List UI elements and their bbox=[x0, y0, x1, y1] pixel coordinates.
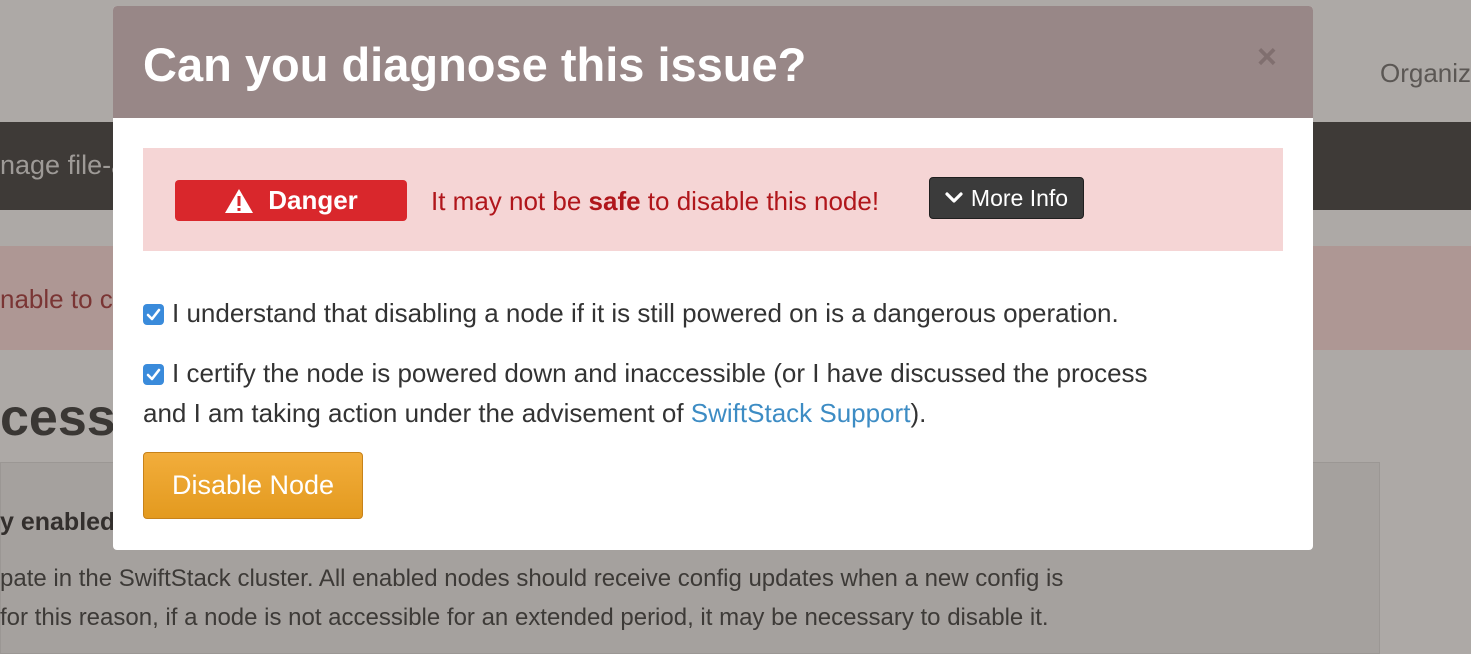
acknowledge-checkbox[interactable] bbox=[143, 304, 164, 325]
certify-row: I certify the node is powered down and i… bbox=[143, 353, 1148, 433]
nav-item-organizations: Organiz bbox=[1380, 58, 1471, 88]
toolbar-title: nage file-a bbox=[0, 150, 127, 180]
checkmark-icon bbox=[146, 308, 161, 321]
page-alert-text: nable to c bbox=[0, 284, 113, 314]
acknowledge-row: I understand that disabling a node if it… bbox=[143, 293, 1119, 333]
modal-title: Can you diagnose this issue? bbox=[143, 38, 807, 91]
acknowledge-label: I understand that disabling a node if it… bbox=[172, 298, 1119, 328]
checkmark-icon bbox=[146, 368, 161, 381]
danger-alert: Danger It may not be safe to disable thi… bbox=[143, 148, 1283, 251]
warning-triangle-icon bbox=[225, 188, 254, 213]
danger-message: It may not be safe to disable this node! bbox=[431, 186, 879, 217]
more-info-button[interactable]: More Info bbox=[929, 177, 1084, 219]
info-panel-text-line-1: pate in the SwiftStack cluster. All enab… bbox=[0, 565, 1064, 592]
more-info-label: More Info bbox=[970, 184, 1069, 211]
info-panel-title: y enabled bbox=[0, 508, 116, 536]
certify-label-end: ). bbox=[910, 398, 927, 428]
danger-message-end: to disable this node! bbox=[640, 186, 880, 216]
certify-label-line-1: I certify the node is powered down and i… bbox=[172, 358, 1148, 388]
close-icon[interactable]: × bbox=[1257, 40, 1277, 74]
modal-header: Can you diagnose this issue? × bbox=[113, 6, 1313, 118]
danger-message-bold: safe bbox=[588, 186, 641, 216]
chevron-down-icon bbox=[945, 192, 963, 203]
info-panel-text-line-2: for this reason, if a node is not access… bbox=[0, 604, 1049, 631]
certify-checkbox[interactable] bbox=[143, 364, 164, 385]
disable-node-button[interactable]: Disable Node bbox=[143, 452, 363, 519]
diagnose-modal: Can you diagnose this issue? × Danger It… bbox=[113, 6, 1313, 550]
certify-label-line-2: and I am taking action under the advisem… bbox=[143, 398, 691, 428]
danger-badge: Danger bbox=[175, 180, 407, 221]
swiftstack-support-link[interactable]: SwiftStack Support bbox=[691, 398, 911, 428]
danger-badge-label: Danger bbox=[268, 185, 358, 215]
danger-message-start: It may not be bbox=[431, 186, 589, 216]
